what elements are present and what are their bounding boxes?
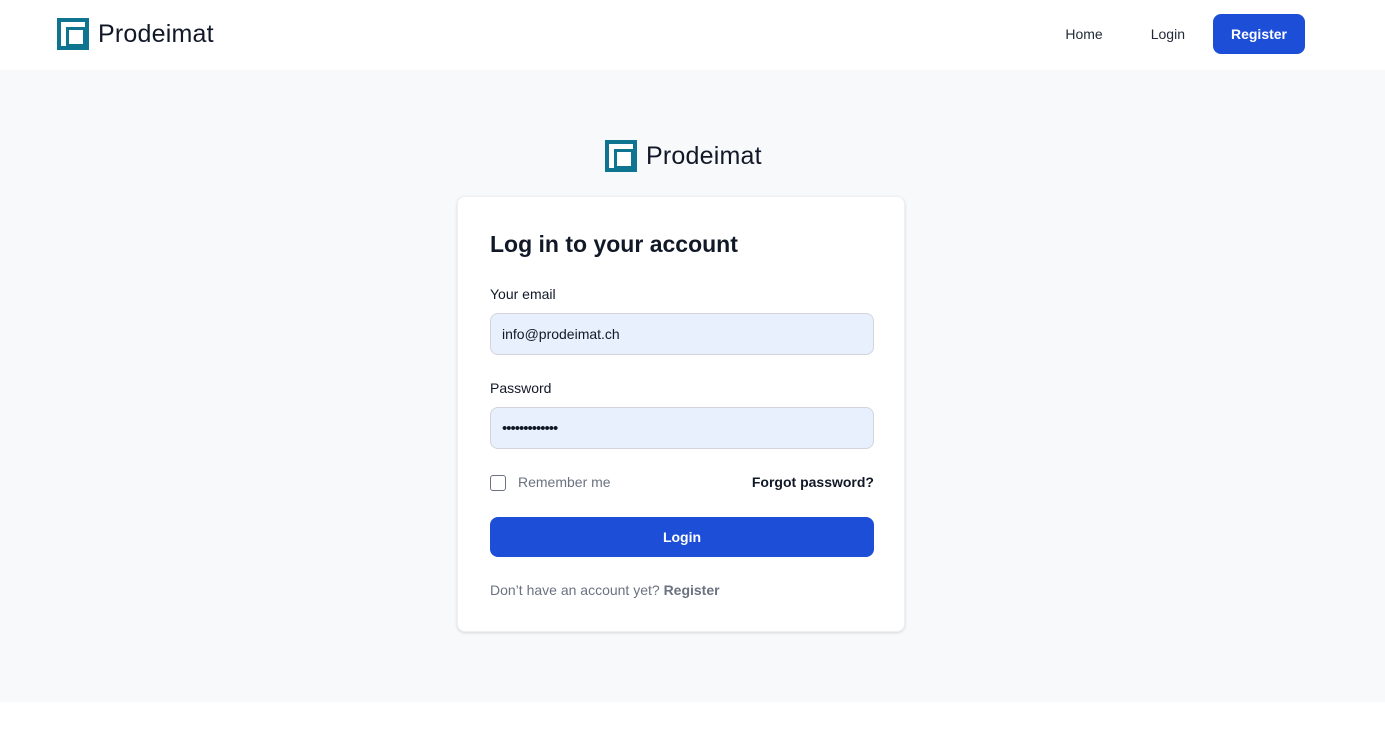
password-input-value: ••••••••••••• (502, 419, 558, 437)
signup-prompt: Don’t have an account yet? (490, 582, 660, 598)
signup-register-link[interactable]: Register (664, 582, 720, 598)
logo-icon (57, 18, 89, 50)
nav-login-link[interactable]: Login (1127, 14, 1209, 54)
remember-me-label[interactable]: Remember me (518, 474, 611, 490)
logo-icon (605, 140, 637, 172)
brand-logo-link[interactable]: Prodeimat (57, 18, 214, 50)
forgot-password-link[interactable]: Forgot password? (752, 474, 874, 490)
email-input-value: info@prodeimat.ch (502, 326, 620, 342)
login-card: Log in to your account Your email info@p… (457, 196, 905, 632)
nav-links: Home Login Register (1041, 14, 1305, 54)
center-brand-name: Prodeimat (646, 141, 762, 170)
center-brand[interactable]: Prodeimat (605, 140, 762, 172)
login-options-row: Remember me Forgot password? (490, 473, 874, 493)
login-submit-button[interactable]: Login (490, 517, 874, 557)
login-title: Log in to your account (490, 231, 738, 257)
nav-register-button[interactable]: Register (1213, 14, 1305, 54)
email-input[interactable]: info@prodeimat.ch (490, 313, 874, 355)
password-label: Password (490, 380, 552, 396)
email-label: Your email (490, 286, 556, 302)
signup-row: Don’t have an account yet? Register (490, 582, 720, 598)
nav-home-link[interactable]: Home (1041, 14, 1126, 54)
remember-me-checkbox[interactable] (490, 475, 506, 491)
password-input[interactable]: ••••••••••••• (490, 407, 874, 449)
brand-name: Prodeimat (98, 19, 214, 48)
main-area: Prodeimat Log in to your account Your em… (0, 70, 1385, 702)
top-navbar: Prodeimat Home Login Register (0, 0, 1385, 70)
